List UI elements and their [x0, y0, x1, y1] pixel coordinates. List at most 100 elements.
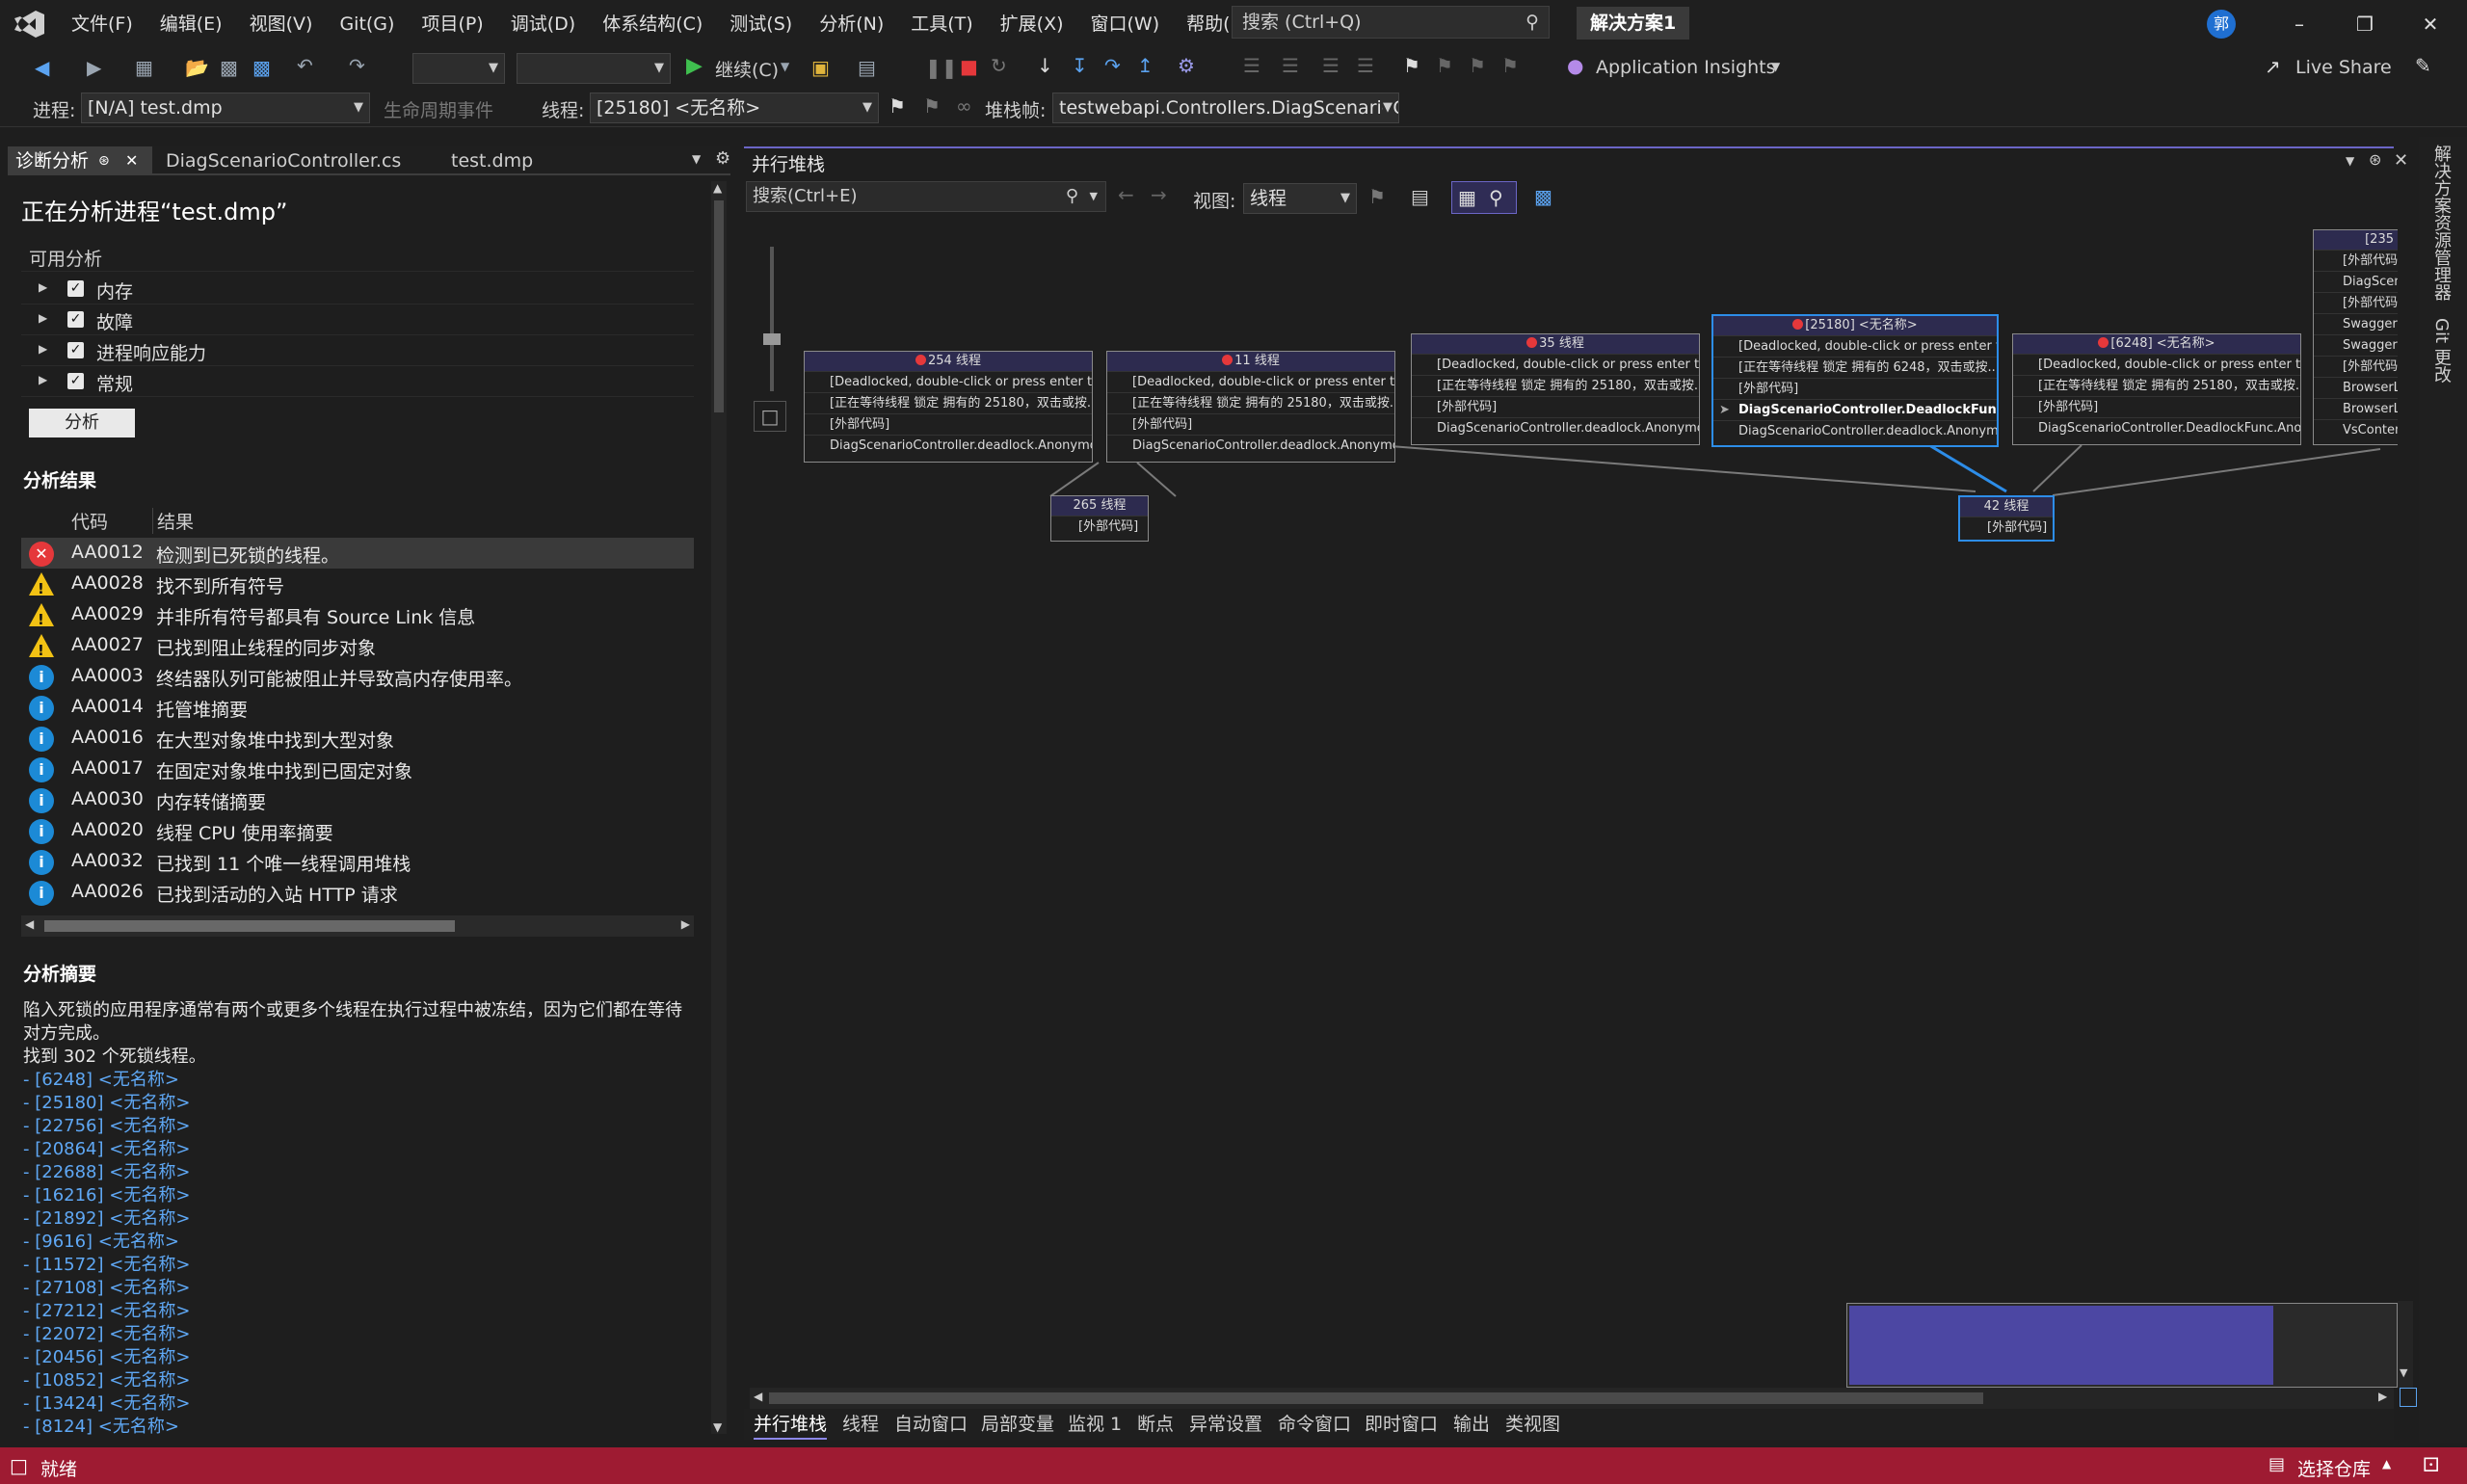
results-horizontal-scrollbar[interactable]: ◀ ▶ [21, 915, 694, 937]
deadlock-thread-link[interactable]: - [27108] <无名称> [23, 1274, 190, 1299]
tab-close-icon[interactable]: ✕ [125, 146, 138, 175]
thread-combo[interactable]: [25180] <无名称> ▼ [590, 93, 879, 123]
deadlock-thread-link[interactable]: - [9616] <无名称> [23, 1228, 179, 1253]
table-row[interactable]: i AA0030 内存转储摘要 [21, 784, 694, 815]
undo-icon[interactable]: ↶ [297, 54, 313, 77]
stack-frame[interactable]: DiagScenarioController.DeadlockFunc.Anon… [2013, 417, 2300, 438]
stack-node-partial[interactable]: [235 [外部代码] DiagScena [外部代码] SwaggerU Sw… [2313, 229, 2398, 445]
stack-frame[interactable]: [外部代码] [1412, 396, 1699, 417]
panel-close-icon[interactable]: ✕ [2394, 150, 2408, 171]
left-panel-vertical-scrollbar[interactable]: ▲ ▼ [711, 181, 727, 1434]
lifecycle-events-button[interactable]: 生命周期事件 [384, 96, 493, 122]
tab-solution-explorer[interactable]: 解决方案资源管理器 [2428, 145, 2454, 301]
continue-play-icon[interactable]: ▶ [686, 54, 703, 78]
stack-frame-current[interactable]: ➤ DiagScenarioController.DeadlockFunc [1713, 399, 1997, 420]
menu-view[interactable]: 视图(V) [236, 0, 327, 48]
open-folder-icon[interactable]: 📂 [185, 56, 209, 79]
scroll-up-icon[interactable]: ▲ [713, 181, 722, 195]
menu-edit[interactable]: 编辑(E) [146, 0, 236, 48]
menu-window[interactable]: 窗口(W) [1077, 0, 1174, 48]
back-icon[interactable]: ◀ [35, 56, 49, 79]
stack-frame[interactable]: [外部代码] [1713, 378, 1997, 399]
app-insights-dropdown-icon[interactable]: ▼ [1771, 60, 1780, 73]
clear-bookmarks-icon[interactable]: ⚑ [1501, 54, 1519, 77]
expand-icon[interactable]: ▶ [39, 311, 47, 325]
show-flagged-icon[interactable]: ∞ [956, 94, 972, 118]
next-bookmark-icon[interactable]: ⚑ [1469, 54, 1486, 77]
scroll-right-icon[interactable]: ▶ [681, 917, 690, 931]
scroll-down-icon[interactable]: ▼ [713, 1420, 722, 1434]
stack-frame[interactable]: BrowserLi [2314, 377, 2398, 398]
scroll-right-icon[interactable]: ▶ [2378, 1390, 2387, 1403]
menu-project[interactable]: 项目(P) [408, 0, 496, 48]
expand-icon[interactable]: ▶ [39, 280, 47, 294]
comment-icon[interactable]: ☰ [1322, 54, 1340, 77]
stack-frame[interactable]: [Deadlocked, double-click or press enter… [805, 371, 1092, 392]
search-next-arrow-icon[interactable]: → [1151, 183, 1167, 206]
col-result-header[interactable]: 结果 [152, 508, 194, 534]
panel-menu-dropdown-icon[interactable]: ▼ [2346, 154, 2354, 168]
visual-studio-logo-icon[interactable] [0, 0, 58, 48]
stack-node-current-root[interactable]: 42 线程 [外部代码] [1958, 495, 2055, 542]
tab-parallel-stacks[interactable]: 并行堆栈 [754, 1409, 828, 1440]
stack-frame[interactable]: [外部代码] [1960, 517, 2053, 538]
solution-name-badge[interactable]: 解决方案1 [1577, 7, 1690, 40]
deadlock-thread-link[interactable]: - [25180] <无名称> [23, 1089, 190, 1114]
panel-pin-icon[interactable]: ⊛ [2369, 150, 2381, 169]
tab-locals[interactable]: 局部变量 [981, 1409, 1054, 1440]
scrollbar-thumb[interactable] [714, 200, 724, 412]
tab-command-window[interactable]: 命令窗口 [1278, 1409, 1351, 1440]
prev-bookmark-icon[interactable]: ⚑ [1436, 54, 1453, 77]
window-layout-icon[interactable]: ▤ [858, 56, 876, 79]
save-all-icon[interactable]: ▩ [252, 56, 271, 79]
stack-node[interactable]: 11 线程 [Deadlocked, double-click or press… [1106, 351, 1395, 463]
redo-icon[interactable]: ↷ [349, 54, 365, 77]
graph-vertical-scrollbar[interactable]: ▼ [2398, 1301, 2413, 1388]
stack-frame[interactable]: [外部代码] [2314, 250, 2398, 271]
table-row[interactable]: i AA0003 终结器队列可能被阻止并导致高内存使用率。 [21, 661, 694, 692]
flag-all-icon[interactable]: ⚑ [923, 94, 941, 118]
stack-frame[interactable]: SwaggerU [2314, 313, 2398, 334]
tab-diagnostic-analysis[interactable]: 诊断分析 ⊛ ✕ [8, 146, 152, 175]
graph-horizontal-scrollbar[interactable]: ◀ ▶ [750, 1388, 2394, 1409]
tab-exception-settings[interactable]: 异常设置 [1189, 1409, 1262, 1440]
auto-scroll-icon[interactable]: ▦ [1458, 186, 1476, 209]
tab-output[interactable]: 输出 [1453, 1409, 1490, 1440]
tab-test-dmp[interactable]: test.dmp [443, 146, 588, 175]
table-row[interactable]: ! AA0028 找不到所有符号 [21, 569, 694, 599]
deadlock-thread-link[interactable]: - [22688] <无名称> [23, 1158, 190, 1183]
table-row[interactable]: i AA0014 托管堆摘要 [21, 692, 694, 723]
stack-frame[interactable]: DiagScenarioController.deadlock.Anonymou… [1412, 417, 1699, 438]
deadlock-thread-link[interactable]: - [10852] <无名称> [23, 1366, 190, 1391]
show-threads-icon[interactable]: ☰ [1243, 54, 1260, 77]
zoom-icon[interactable]: ⚲ [1489, 186, 1503, 209]
continue-button[interactable]: 继续(C) [715, 56, 779, 82]
stack-frame[interactable]: [外部代码] [2013, 396, 2300, 417]
app-insights-button[interactable]: Application Insights [1596, 57, 1775, 78]
scroll-left-icon[interactable]: ◀ [25, 917, 34, 931]
forward-icon[interactable]: ▶ [87, 56, 101, 79]
stack-frame[interactable]: DiagScenarioController.deadlock.Anonymou… [1713, 420, 1997, 441]
stack-frame[interactable]: DiagScena [2314, 271, 2398, 292]
stack-frame[interactable]: [Deadlocked, double-click or press enter… [1412, 354, 1699, 375]
expand-icon[interactable]: ▶ [39, 373, 47, 386]
stack-frame[interactable]: [外部代码] [2314, 356, 2398, 377]
stack-frame[interactable]: DiagScenarioController.deadlock.Anonymou… [805, 435, 1092, 456]
deadlock-thread-link[interactable]: - [20456] <无名称> [23, 1343, 190, 1368]
flag-thread-icon[interactable]: ⚑ [889, 94, 906, 118]
analysis-checkbox[interactable]: ✓ [67, 280, 84, 297]
stack-frame[interactable]: [外部代码] [1051, 516, 1148, 537]
deadlock-thread-link[interactable]: - [27212] <无名称> [23, 1297, 190, 1322]
save-icon[interactable]: ▩ [1534, 185, 1552, 208]
step-into-icon[interactable]: ↓ [1037, 54, 1053, 77]
stack-frame-combo[interactable]: testwebapi.Controllers.DiagScenarioCc ▼ [1052, 93, 1399, 123]
analysis-item-general[interactable]: ▶ ✓ 常规 [21, 366, 694, 397]
restore-icon[interactable]: ❐ [2336, 0, 2394, 48]
menu-debug[interactable]: 调试(D) [497, 0, 589, 48]
step-into-blue-icon[interactable]: ↧ [1072, 54, 1088, 77]
stack-frame[interactable]: VsConten [2314, 419, 2398, 440]
search-options-dropdown-icon[interactable]: ▼ [1090, 182, 1098, 211]
live-share-button[interactable]: Live Share [2295, 57, 2392, 78]
stack-frame[interactable]: [Deadlocked, double-click or press enter… [2013, 354, 2300, 375]
tab-diagscenario-controller[interactable]: DiagScenarioController.cs [158, 146, 438, 175]
